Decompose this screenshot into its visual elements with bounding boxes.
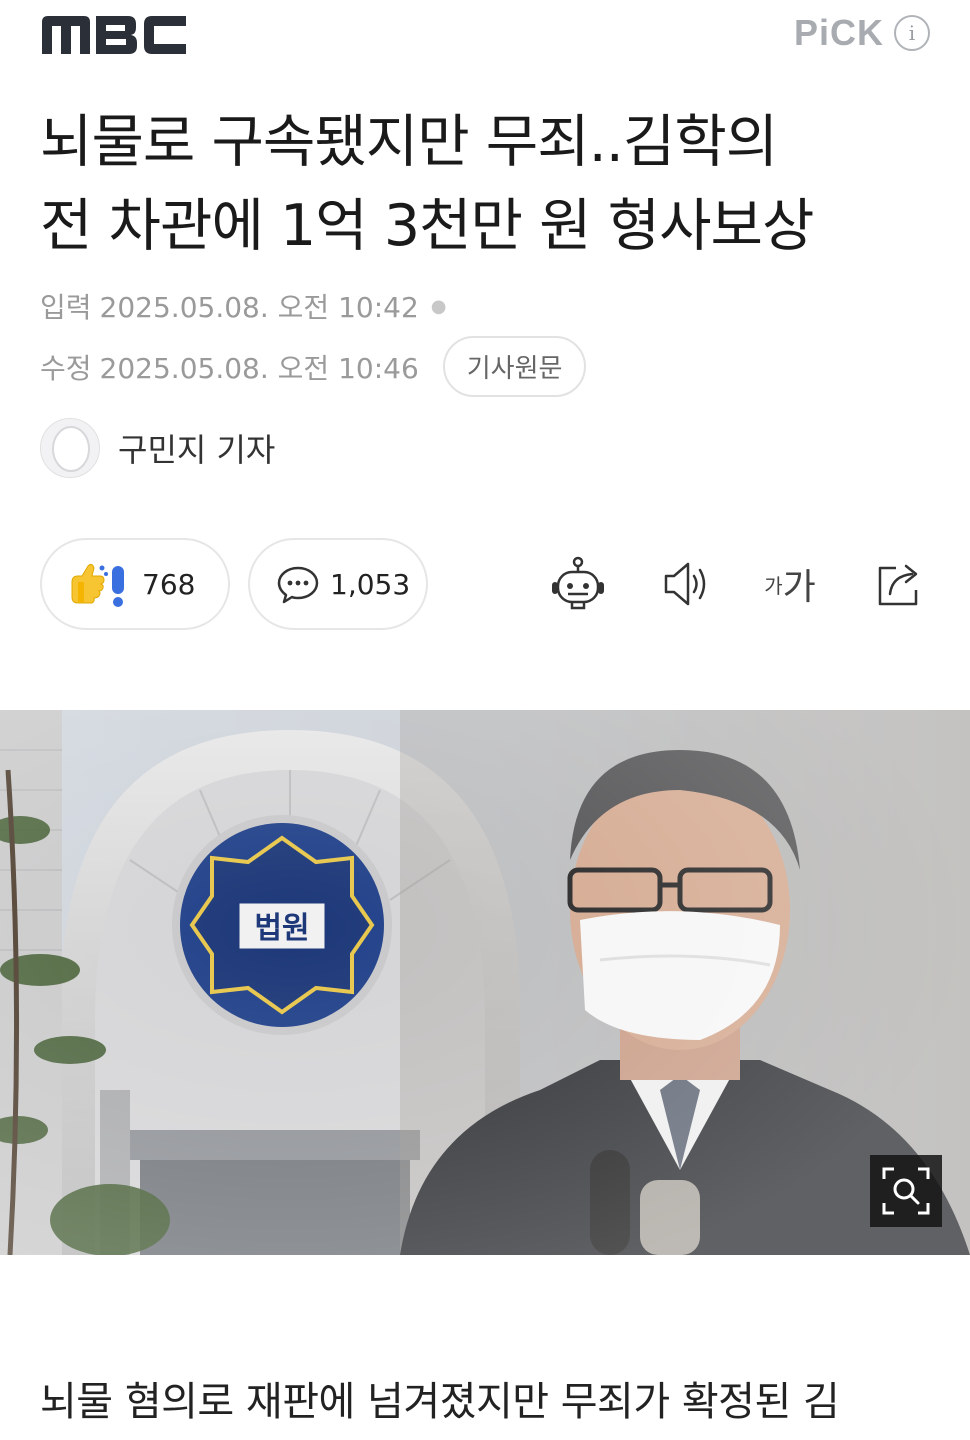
robot-icon — [552, 556, 604, 610]
modified-time: 수정 2025.05.08. 오전 10:46 기사원문 — [40, 336, 587, 397]
article-body-first-line: 뇌물 혐의로 재판에 넘겨졌지만 무죄가 확정된 김 — [40, 1379, 840, 1425]
comment-icon — [277, 566, 319, 604]
comment-count: 1,053 — [330, 567, 411, 601]
pick-badge[interactable]: PiCK i — [794, 12, 930, 54]
reporter-avatar — [40, 418, 100, 478]
reaction-count: 768 — [142, 567, 196, 601]
reporter-byline[interactable]: 구민지 기자 — [40, 418, 275, 478]
speaker-icon — [664, 562, 706, 606]
share-button[interactable] — [866, 552, 930, 616]
modified-label: 수정 — [40, 351, 92, 385]
modified-value: 2025.05.08. 오전 10:46 — [99, 351, 419, 385]
separator-dot: ● — [430, 295, 447, 317]
original-article-button[interactable]: 기사원문 — [442, 336, 587, 397]
article-title: 뇌물로 구속됐지만 무죄..김학의 전 차관에 1억 3천만 원 형사보상 — [40, 100, 940, 268]
zoom-image-button[interactable] — [870, 1155, 942, 1227]
font-size-small-glyph: 가 — [764, 573, 783, 598]
font-size-large-glyph: 가 — [782, 567, 816, 608]
comment-button[interactable]: 1,053 — [248, 538, 428, 630]
ai-summary-button[interactable] — [546, 552, 610, 616]
avatar-placeholder-icon — [41, 419, 99, 477]
published-value: 2025.05.08. 오전 10:42 — [99, 291, 419, 324]
zoom-search-icon — [882, 1167, 930, 1215]
article-photo[interactable]: 법원 — [0, 710, 970, 1255]
reporter-name: 구민지 기자 — [118, 431, 276, 469]
courthouse-and-man-photo: 법원 — [0, 710, 970, 1255]
reaction-button[interactable]: 768 — [40, 538, 230, 630]
font-size-button[interactable]: 가가 — [758, 552, 822, 616]
info-icon[interactable]: i — [894, 15, 930, 51]
pick-label: PiCK — [793, 12, 884, 53]
mbc-logo-graphic — [42, 16, 186, 54]
mbc-logo[interactable] — [40, 12, 190, 60]
title-line-1: 뇌물로 구속됐지만 무죄..김학의 — [40, 109, 778, 175]
text-to-speech-button[interactable] — [654, 552, 718, 616]
published-label: 입력 — [40, 291, 92, 324]
title-line-2: 전 차관에 1억 3천만 원 형사보상 — [40, 193, 814, 259]
reaction-emoji-icon — [71, 563, 124, 607]
share-icon — [878, 564, 918, 606]
published-time: 입력 2025.05.08. 오전 10:42 ● — [40, 286, 446, 326]
